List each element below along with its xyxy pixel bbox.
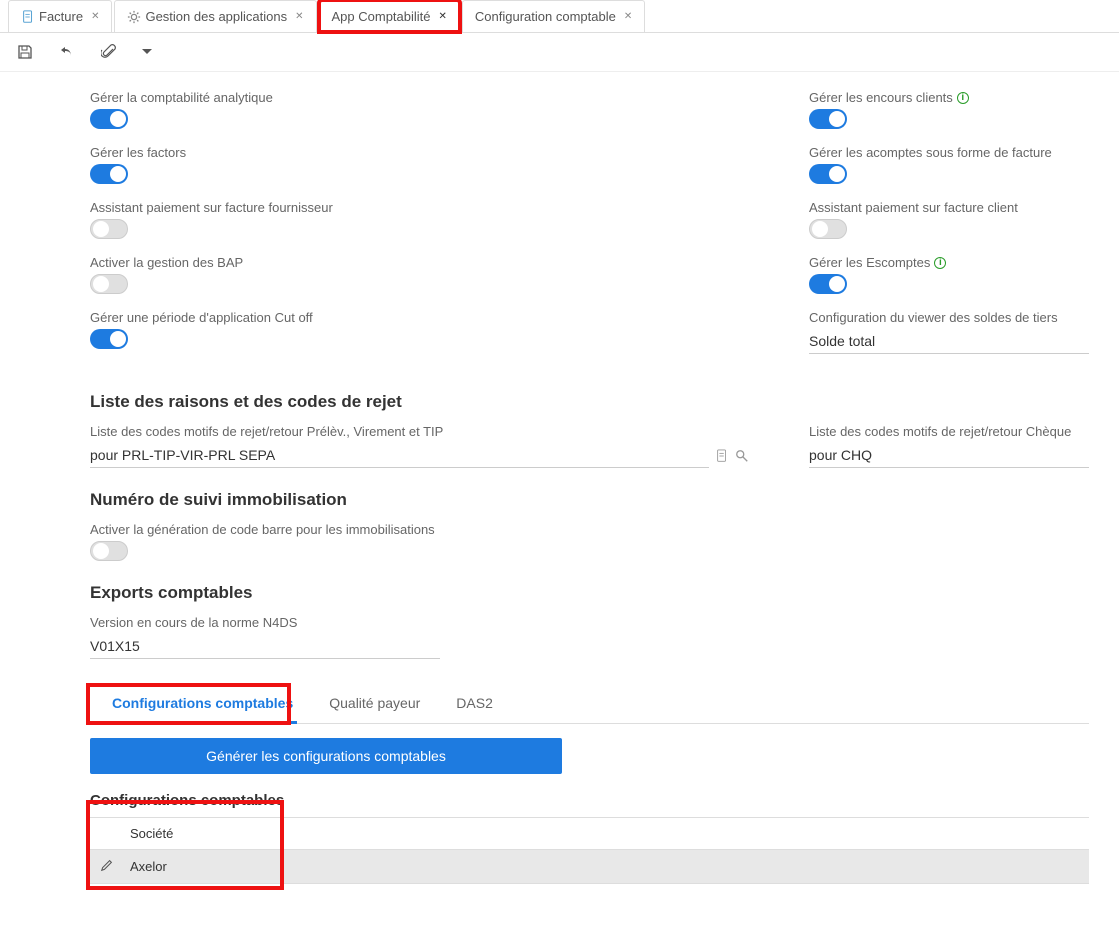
- section-title-immo: Numéro de suivi immobilisation: [90, 490, 1089, 510]
- field-label: Gérer les acomptes sous forme de facture: [809, 145, 1089, 160]
- toggle-switch[interactable]: [809, 219, 847, 239]
- gear-icon: [127, 10, 141, 24]
- toggle-supplier-payment-assist: Assistant paiement sur facture fournisse…: [90, 200, 749, 239]
- tab-config-comptable[interactable]: Configuration comptable ✕: [462, 0, 645, 32]
- toggle-acomptes-invoice: Gérer les acomptes sous forme de facture: [809, 145, 1089, 184]
- tab-label: Gestion des applications: [145, 9, 287, 24]
- field-label: Version en cours de la norme N4DS: [90, 615, 440, 630]
- subtab-das2[interactable]: DAS2: [452, 685, 497, 723]
- field-label: Gérer la comptabilité analytique: [90, 90, 749, 105]
- toggle-switch[interactable]: [809, 109, 847, 129]
- info-icon[interactable]: i: [934, 257, 946, 269]
- toggle-cutoff: Gérer une période d'application Cut off: [90, 310, 749, 349]
- attach-icon[interactable]: [100, 43, 118, 61]
- left-toggle-column: Gérer la comptabilité analytique Gérer l…: [90, 90, 749, 370]
- field-label: Assistant paiement sur facture client: [809, 200, 1089, 215]
- toolbar: [0, 33, 1119, 72]
- field-label: Gérer une période d'application Cut off: [90, 310, 749, 325]
- field-label: Liste des codes motifs de rejet/retour C…: [809, 424, 1089, 439]
- sub-tabs: Configurations comptables Qualité payeur…: [90, 685, 1089, 724]
- tab-label: App Comptabilité: [332, 9, 431, 24]
- subtab-qualite-payeur[interactable]: Qualité payeur: [325, 685, 424, 723]
- field-label: Gérer les Escomptes i: [809, 255, 1089, 270]
- doc-icon: [21, 10, 35, 24]
- top-tabs: Facture ✕ Gestion des applications ✕ App…: [0, 0, 1119, 33]
- toggle-bap: Activer la gestion des BAP: [90, 255, 749, 294]
- toggle-switch[interactable]: [90, 164, 128, 184]
- field-label: Activer la gestion des BAP: [90, 255, 749, 270]
- toggle-switch[interactable]: [90, 219, 128, 239]
- toggle-switch[interactable]: [809, 274, 847, 294]
- field-label: Configuration du viewer des soldes de ti…: [809, 310, 1089, 325]
- label-text: Gérer les Escomptes: [809, 255, 930, 270]
- field-label: Gérer les factors: [90, 145, 749, 160]
- field-label: Activer la génération de code barre pour…: [90, 522, 1089, 537]
- rejet-chq-value[interactable]: pour CHQ: [809, 443, 1089, 468]
- close-icon[interactable]: ✕: [295, 11, 303, 22]
- rejet-prl-value[interactable]: pour PRL-TIP-VIR-PRL SEPA: [90, 443, 709, 468]
- row-societe-name: Axelor: [120, 851, 1089, 882]
- toggle-analytic-accounting: Gérer la comptabilité analytique: [90, 90, 749, 129]
- grid-header-spacer: [90, 826, 120, 842]
- toggle-switch[interactable]: [90, 329, 128, 349]
- grid-header: Société: [90, 818, 1089, 850]
- toggle-client-payment-assist: Assistant paiement sur facture client: [809, 200, 1089, 239]
- right-toggle-column: Gérer les encours clients i Gérer les ac…: [809, 90, 1089, 370]
- generate-configs-button[interactable]: Générer les configurations comptables: [90, 738, 562, 774]
- n4ds-field: Version en cours de la norme N4DS V01X15: [90, 615, 440, 659]
- toggle-switch[interactable]: [90, 541, 128, 561]
- doc-icon[interactable]: [715, 449, 729, 463]
- viewer-config-field: Configuration du viewer des soldes de ti…: [809, 310, 1089, 354]
- toggle-factors: Gérer les factors: [90, 145, 749, 184]
- toggle-switch[interactable]: [90, 109, 128, 129]
- toggle-escomptes: Gérer les Escomptes i: [809, 255, 1089, 294]
- panel-title-configs: Configurations comptables: [90, 792, 1089, 809]
- field-label: Liste des codes motifs de rejet/retour P…: [90, 424, 749, 439]
- close-icon[interactable]: ✕: [439, 11, 447, 22]
- toggle-barcode-immo: Activer la génération de code barre pour…: [90, 522, 1089, 561]
- form-content: Gérer la comptabilité analytique Gérer l…: [0, 72, 1119, 914]
- n4ds-value[interactable]: V01X15: [90, 634, 440, 659]
- field-label: Gérer les encours clients i: [809, 90, 1089, 105]
- tab-app-comptabilite[interactable]: App Comptabilité ✕: [319, 0, 460, 32]
- dropdown-caret-icon[interactable]: [142, 43, 152, 61]
- section-title-rejet: Liste des raisons et des codes de rejet: [90, 392, 1089, 412]
- save-icon[interactable]: [16, 43, 34, 61]
- close-icon[interactable]: ✕: [91, 11, 99, 22]
- tab-gestion-apps[interactable]: Gestion des applications ✕: [114, 0, 316, 32]
- label-text: Gérer les encours clients: [809, 90, 953, 105]
- toggle-client-outstanding: Gérer les encours clients i: [809, 90, 1089, 129]
- config-grid: Société Axelor: [90, 817, 1089, 884]
- toggle-switch[interactable]: [809, 164, 847, 184]
- section-title-exports: Exports comptables: [90, 583, 1089, 603]
- close-icon[interactable]: ✕: [624, 11, 632, 22]
- info-icon[interactable]: i: [957, 92, 969, 104]
- subtab-config-comptables[interactable]: Configurations comptables: [108, 685, 297, 724]
- grid-col-societe[interactable]: Société: [120, 818, 1089, 849]
- tab-label: Facture: [39, 9, 83, 24]
- tab-facture[interactable]: Facture ✕: [8, 0, 112, 32]
- toggle-switch[interactable]: [90, 274, 128, 294]
- tab-label: Configuration comptable: [475, 9, 616, 24]
- field-label: Assistant paiement sur facture fournisse…: [90, 200, 749, 215]
- edit-icon[interactable]: [90, 850, 120, 883]
- search-icon[interactable]: [735, 449, 749, 463]
- viewer-config-value[interactable]: Solde total: [809, 329, 1089, 354]
- undo-icon[interactable]: [58, 43, 76, 61]
- table-row[interactable]: Axelor: [90, 850, 1089, 884]
